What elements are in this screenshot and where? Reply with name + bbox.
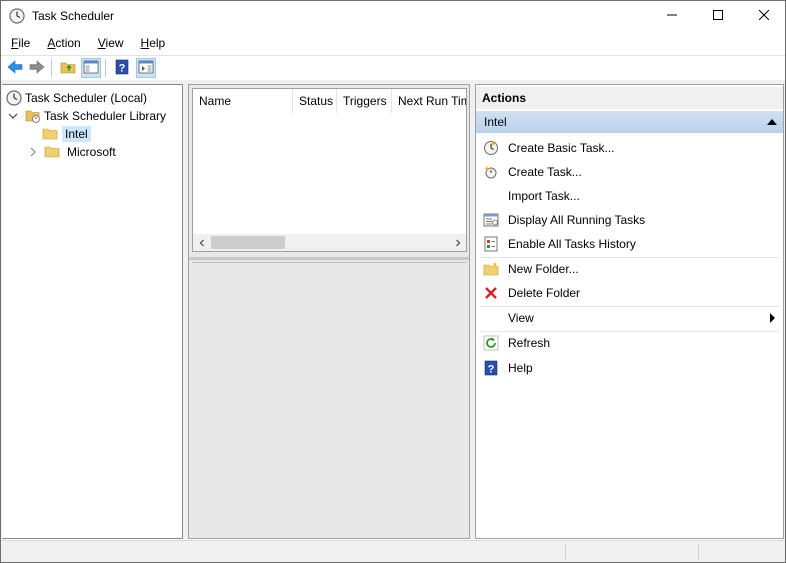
actions-header: Actions	[476, 87, 783, 109]
action-label: Display All Running Tasks	[508, 213, 646, 227]
menu-file[interactable]: File	[6, 36, 35, 50]
library-folder-icon	[25, 108, 41, 124]
close-icon	[758, 9, 770, 23]
up-folder-icon	[60, 59, 76, 78]
svg-text:?: ?	[119, 62, 126, 74]
window-title: Task Scheduler	[32, 9, 115, 23]
task-list[interactable]: Name Status Triggers Next Run Tim	[192, 88, 467, 252]
action-import-task[interactable]: Import Task...	[476, 184, 783, 208]
action-create-task[interactable]: Create Task...	[476, 160, 783, 184]
tree-item-label: Microsoft	[67, 145, 116, 159]
column-triggers[interactable]: Triggers	[337, 89, 392, 113]
menu-help[interactable]: Help	[136, 36, 171, 50]
menu-view[interactable]: View	[93, 36, 129, 50]
scroll-right-icon[interactable]	[449, 234, 466, 251]
new-folder-icon	[483, 261, 499, 277]
content-area: Task Scheduler (Local) Task Scheduler Li…	[1, 80, 785, 539]
tree-item-task-scheduler-library[interactable]: Task Scheduler Library	[8, 107, 169, 125]
status-segment	[698, 544, 699, 560]
minimize-icon	[667, 9, 677, 23]
scroll-thumb[interactable]	[211, 236, 285, 249]
help-icon: ?	[114, 59, 130, 78]
toolbar-separator	[105, 59, 106, 77]
forward-button[interactable]	[27, 58, 47, 78]
column-next-run-time[interactable]: Next Run Tim	[392, 89, 466, 113]
toolbar: ?	[1, 55, 785, 79]
action-display-all-running-tasks[interactable]: Display All Running Tasks	[476, 208, 783, 232]
show-hide-action-pane-icon	[138, 59, 154, 78]
action-delete-folder[interactable]: Delete Folder	[476, 281, 783, 305]
tree-item-intel[interactable]: Intel	[42, 125, 91, 143]
action-label: View	[508, 311, 534, 325]
column-status[interactable]: Status	[293, 89, 337, 113]
collapse-icon[interactable]	[767, 119, 777, 125]
toolbar-separator	[51, 59, 52, 77]
action-create-basic-task[interactable]: Create Basic Task...	[476, 136, 783, 160]
help-icon: ?	[483, 360, 499, 376]
running-tasks-icon	[483, 212, 499, 228]
actions-section-intel[interactable]: Intel	[476, 111, 783, 133]
action-label: Import Task...	[508, 189, 580, 203]
close-button[interactable]	[741, 1, 786, 31]
back-icon	[7, 59, 23, 78]
delete-icon	[483, 285, 499, 301]
tree-item-label: Intel	[62, 126, 91, 142]
tree-item-label: Task Scheduler Library	[44, 109, 167, 123]
action-label: Enable All Tasks History	[508, 237, 636, 251]
task-pane: Name Status Triggers Next Run Tim	[188, 84, 470, 539]
scroll-left-icon[interactable]	[193, 234, 210, 251]
submenu-arrow-icon	[770, 313, 775, 323]
scroll-track[interactable]	[210, 234, 449, 251]
action-label: Create Task...	[508, 165, 582, 179]
action-view[interactable]: View	[476, 306, 783, 330]
action-label: New Folder...	[508, 262, 579, 276]
maximize-icon	[713, 9, 723, 23]
status-segment	[565, 544, 566, 560]
title-bar[interactable]: Task Scheduler	[1, 1, 785, 31]
task-list-header: Name Status Triggers Next Run Tim	[193, 89, 466, 113]
action-label: Delete Folder	[508, 286, 581, 300]
refresh-icon	[483, 335, 499, 351]
task-details-pane	[192, 262, 467, 536]
action-label: Help	[508, 361, 533, 375]
section-title: Intel	[484, 115, 507, 129]
menu-action[interactable]: Action	[42, 36, 85, 50]
pane-splitter[interactable]	[189, 257, 469, 260]
maximize-button[interactable]	[695, 1, 741, 31]
action-label: Refresh	[508, 336, 551, 350]
action-enable-all-tasks-history[interactable]: Enable All Tasks History	[476, 232, 783, 256]
minimize-button[interactable]	[649, 1, 695, 31]
chevron-down-icon[interactable]	[8, 111, 18, 121]
action-label: Create Basic Task...	[508, 141, 615, 155]
clock-app-icon	[9, 8, 25, 24]
back-button[interactable]	[5, 58, 25, 78]
show-hide-console-tree-icon	[83, 59, 99, 78]
tasks-history-icon	[483, 236, 499, 252]
show-hide-action-pane-button[interactable]	[136, 58, 156, 78]
menu-bar: File Action View Help	[1, 32, 785, 54]
horizontal-scrollbar[interactable]	[193, 234, 466, 251]
create-basic-task-icon	[483, 140, 499, 156]
clock-icon	[6, 90, 22, 106]
console-tree: Task Scheduler (Local) Task Scheduler Li…	[2, 84, 183, 539]
help-toolbar-button[interactable]: ?	[112, 58, 132, 78]
chevron-right-icon[interactable]	[28, 147, 38, 157]
show-hide-console-tree-button[interactable]	[81, 58, 101, 78]
forward-icon	[29, 59, 45, 78]
task-scheduler-window: Task Scheduler File Action View Help ? T…	[0, 0, 786, 563]
action-refresh[interactable]: Refresh	[476, 331, 783, 355]
tree-item-task-scheduler-local[interactable]: Task Scheduler (Local)	[6, 89, 150, 107]
action-new-folder[interactable]: New Folder...	[476, 257, 783, 281]
actions-pane: Actions Intel Create Basic Task... Creat…	[475, 84, 784, 539]
up-folder-button[interactable]	[58, 58, 78, 78]
folder-icon	[44, 144, 60, 160]
column-name[interactable]: Name	[193, 89, 293, 113]
tree-item-microsoft[interactable]: Microsoft	[28, 143, 119, 161]
action-help[interactable]: ? Help	[476, 356, 783, 380]
status-bar	[1, 540, 785, 562]
tree-item-label: Task Scheduler (Local)	[25, 91, 148, 105]
create-task-icon	[483, 164, 499, 180]
svg-text:?: ?	[488, 364, 495, 376]
folder-icon	[42, 126, 58, 142]
